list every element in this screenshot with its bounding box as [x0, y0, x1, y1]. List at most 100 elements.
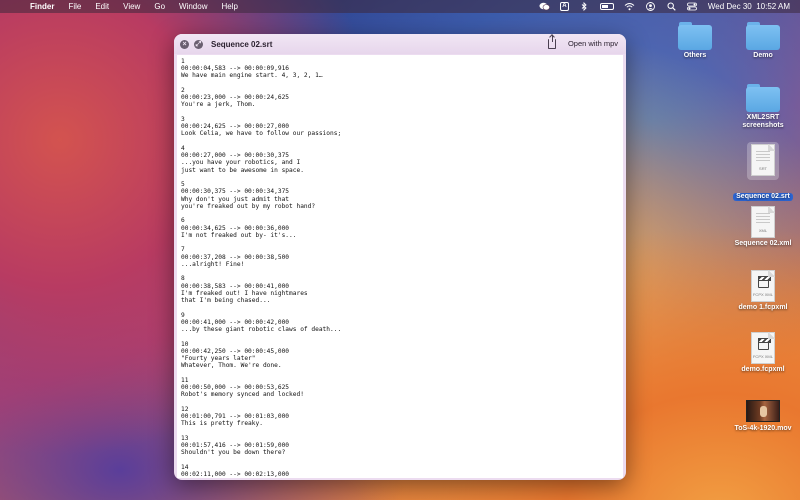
menu-go[interactable]: Go	[154, 2, 165, 11]
srt-cue: 10 00:00:42,250 --> 00:00:45,000 "Fourty y…	[181, 341, 619, 370]
srt-cue-time: 00:00:42,250 --> 00:00:45,000	[181, 347, 290, 355]
menu-help[interactable]: Help	[221, 2, 237, 11]
srt-cue-index: 3	[181, 116, 185, 123]
desktop-item-demo-fcpxml[interactable]: FCPX XML demo.fcpxml	[727, 332, 799, 374]
xml-file-icon: XML	[751, 206, 775, 238]
srt-cue-index: 14	[181, 463, 189, 471]
menu-bar: Finder File Edit View Go Window Help A W…	[0, 0, 800, 13]
srt-cue-index: 9	[181, 311, 185, 319]
srt-cue-text: ...by these giant robotic claws of death…	[181, 326, 342, 334]
search-icon[interactable]	[666, 2, 677, 11]
quicklook-window: × ⤢ Sequence 02.srt Open with mpv 1 00:00…	[174, 34, 626, 480]
srt-cue-index: 2	[181, 87, 185, 94]
input-source-a-icon[interactable]: A	[559, 2, 569, 11]
srt-cue: 11 00:00:50,000 --> 00:00:53,625 Robot's m…	[181, 377, 619, 399]
srt-cue-index: 7	[181, 246, 185, 254]
srt-cue-time: 00:00:24,625 --> 00:00:27,000	[181, 123, 290, 131]
bluetooth-icon[interactable]	[579, 2, 590, 11]
srt-cue-time: 00:00:34,625 --> 00:00:36,000	[181, 224, 290, 232]
user-icon[interactable]	[645, 2, 656, 11]
srt-cue-text: Shouldn't you be down there?	[181, 449, 286, 457]
control-center-icon[interactable]	[687, 2, 698, 11]
desktop-item-label: Demo	[753, 52, 773, 59]
srt-cue-text: Why don't you just admit that you're fre…	[181, 195, 316, 210]
close-icon[interactable]: ×	[180, 39, 189, 49]
desktop-item-label: demo 1.fcpxml	[738, 304, 788, 311]
srt-cue-time: 00:00:27,000 --> 00:00:30,375	[181, 152, 290, 160]
srt-cue-time: 00:00:04,583 --> 00:00:09,916	[181, 65, 290, 73]
srt-cue: 3 00:00:24,625 --> 00:00:27,000 Look Celia…	[181, 116, 619, 138]
srt-cue-time: 00:00:38,583 --> 00:00:41,000	[181, 282, 290, 290]
wechat-icon[interactable]	[539, 2, 550, 11]
srt-cue-time: 00:01:00,791 --> 00:01:03,000	[181, 413, 290, 421]
desktop-item-label: Sequence 02.srt	[733, 193, 793, 201]
window-titlebar[interactable]: × ⤢ Sequence 02.srt Open with mpv	[174, 34, 626, 54]
menu-file[interactable]: File	[68, 2, 81, 11]
fcpxml-file-icon: FCPX XML	[751, 332, 775, 364]
desktop-item-label: XML2SRT screenshots	[742, 114, 784, 129]
folder-icon	[678, 22, 712, 50]
srt-cue: 1 00:00:04,583 --> 00:00:09,916 We have ma…	[181, 58, 619, 80]
folder-icon	[746, 84, 780, 112]
menu-bar-clock[interactable]: Wed Dec 30 10:52 AM	[708, 2, 790, 11]
srt-cue: 13 00:01:57,416 --> 00:01:59,000 Shouldn't…	[181, 435, 619, 457]
srt-cue: 1400:02:11,000 --> 00:02:13,000I heard y…	[181, 464, 619, 478]
folder-icon	[746, 22, 780, 50]
srt-cue-time: 00:00:41,000 --> 00:00:42,000	[181, 318, 290, 326]
desktop-item-sequence-02-xml[interactable]: XML Sequence 02.xml	[727, 206, 799, 248]
srt-cue-index: 5	[181, 181, 185, 189]
srt-cue-text: This is pretty freaky.	[181, 420, 263, 428]
srt-cue: 9 00:00:41,000 --> 00:00:42,000 ...by thes…	[181, 312, 619, 334]
desktop-item-xml2srt-screenshots[interactable]: XML2SRT screenshots	[727, 84, 799, 130]
srt-cue-index: 10	[181, 340, 189, 348]
srt-cue-index: 6	[181, 217, 185, 225]
srt-cue-time: 00:00:30,375 --> 00:00:34,375	[181, 188, 290, 196]
window-title: Sequence 02.srt	[211, 39, 273, 49]
desktop-item-label: demo.fcpxml	[741, 366, 785, 373]
srt-cue-text: Look Celia, we have to follow our passio…	[181, 130, 342, 138]
srt-cue: 12 00:01:00,791 --> 00:01:03,000 This is p…	[181, 406, 619, 428]
fcpxml-file-icon: FCPX XML	[751, 270, 775, 302]
battery-icon[interactable]	[599, 3, 614, 10]
desktop-item-demo-1-fcpxml[interactable]: FCPX XML demo 1.fcpxml	[727, 270, 799, 312]
menu-edit[interactable]: Edit	[95, 2, 109, 11]
srt-cue: 8 00:00:38,583 --> 00:00:41,000 I'm freake…	[181, 275, 619, 304]
srt-cue-time: 00:00:23,000 --> 00:00:24,625	[181, 94, 290, 102]
menu-view[interactable]: View	[123, 2, 140, 11]
srt-cue-time: 00:00:50,000 --> 00:00:53,625	[181, 384, 290, 392]
desktop-item-label: ToS-4k-1920.mov	[734, 425, 792, 432]
srt-cue-time: 00:01:57,416 --> 00:01:59,000	[181, 442, 290, 450]
srt-cue-text: I'm not freaked out by- it's...	[181, 231, 297, 239]
srt-cue-index: 11	[181, 376, 189, 384]
selection-highlight: SRT	[747, 142, 779, 180]
srt-cue: 5 00:00:30,375 --> 00:00:34,375 Why don't …	[181, 181, 619, 210]
srt-cue-text: I'm freaked out! I have nightmares that …	[181, 289, 308, 305]
desktop-item-sequence-02-srt[interactable]: SRT Sequence 02.srt	[727, 142, 799, 203]
srt-file-icon: SRT	[751, 144, 775, 176]
srt-cue-text: You're a jerk, Thom.	[181, 101, 256, 109]
desktop-item-label: Sequence 02.xml	[734, 240, 792, 247]
srt-cue-text: ...you have your robotics, and I just wa…	[181, 159, 304, 174]
srt-preview[interactable]: 1 00:00:04,583 --> 00:00:09,916 We have ma…	[177, 55, 623, 478]
srt-cue-index: 4	[181, 145, 185, 152]
srt-cue: 7 00:00:37,208 --> 00:00:38,500 ...alright…	[181, 246, 619, 268]
srt-text: 1 00:00:04,583 --> 00:00:09,916 We have ma…	[181, 58, 619, 478]
menu-window[interactable]: Window	[179, 2, 207, 11]
fullscreen-icon[interactable]: ⤢	[194, 39, 203, 49]
desktop-item-demo[interactable]: Demo	[727, 22, 799, 60]
srt-cue: 6 00:00:34,625 --> 00:00:36,000 I'm not fr…	[181, 217, 619, 239]
desktop-item-others[interactable]: Others	[659, 22, 731, 60]
srt-cue-index: 12	[181, 405, 189, 413]
desktop-item-label: Others	[683, 52, 707, 59]
menu-app-name[interactable]: Finder	[30, 2, 54, 11]
wifi-icon[interactable]	[624, 2, 635, 11]
srt-cue-time: 00:02:11,000 --> 00:02:13,000	[181, 471, 290, 478]
srt-cue-text: ...alright! Fine!	[181, 260, 245, 268]
srt-cue-index: 1	[181, 58, 185, 65]
srt-cue: 4 00:00:27,000 --> 00:00:30,375 ...you hav…	[181, 145, 619, 174]
srt-cue-index: 8	[181, 275, 185, 283]
desktop-item-tos-mov[interactable]: ToS-4k-1920.mov	[727, 400, 799, 433]
open-with-button[interactable]: Open with mpv	[568, 39, 618, 48]
srt-cue-index: 13	[181, 434, 189, 442]
share-icon[interactable]	[548, 35, 556, 49]
